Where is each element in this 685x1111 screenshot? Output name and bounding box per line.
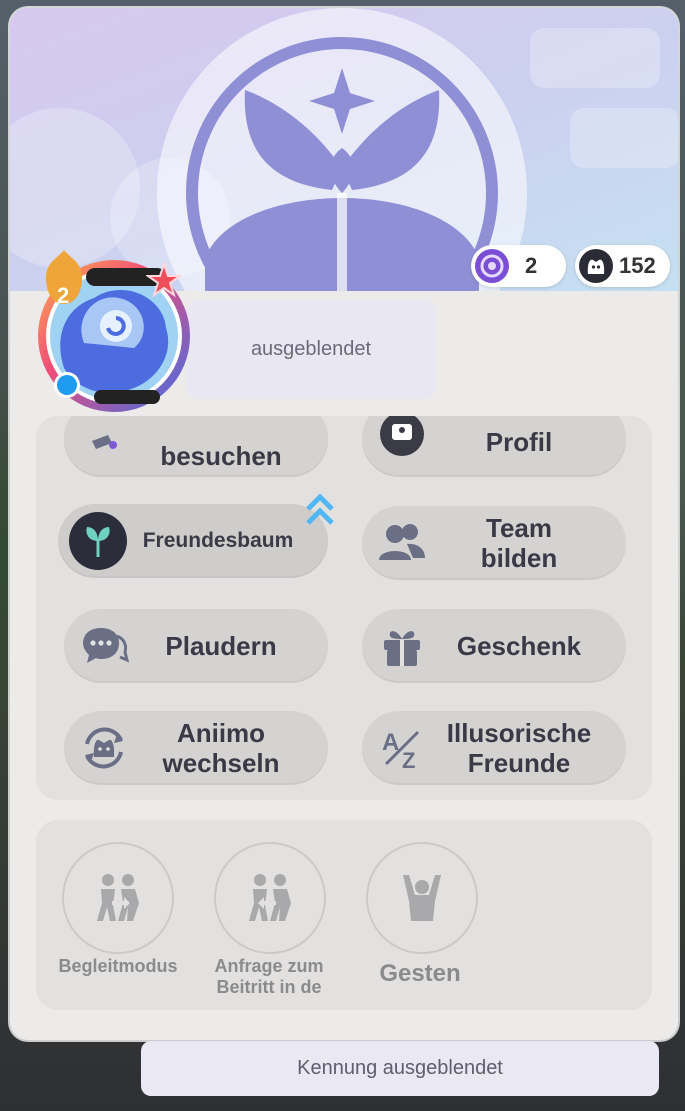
visit-icon xyxy=(74,416,134,469)
team-label-line2: bilden xyxy=(480,543,558,573)
illusory-friends-button[interactable]: AZ Illusorische Freunde xyxy=(362,711,626,785)
join-request-icon xyxy=(249,874,291,921)
aniimo-face-icon xyxy=(579,249,613,283)
friend-counter[interactable]: 152 xyxy=(575,245,670,287)
companion-mode-label: Begleitmodus xyxy=(58,956,178,976)
online-status-icon xyxy=(54,372,80,398)
switch-aniimo-icon xyxy=(74,718,134,778)
svg-text:Z: Z xyxy=(402,748,415,772)
player-avatar[interactable]: 2 xyxy=(24,248,194,418)
switch-aniimo-line2: wechseln xyxy=(162,748,280,778)
guild-emblem-icon xyxy=(157,8,527,291)
translate-az-icon: AZ xyxy=(372,718,432,778)
friend-tree-button[interactable]: Freundesbaum xyxy=(58,504,328,578)
swirl-gem-icon xyxy=(475,249,509,283)
star-badge-icon xyxy=(146,262,182,298)
join-request-button[interactable] xyxy=(214,842,326,954)
chat-button[interactable]: Plaudern xyxy=(64,609,328,683)
switch-aniimo-label: Aniimo wechseln xyxy=(134,718,328,778)
player-name-hidden: ausgeblendet xyxy=(186,300,436,399)
visit-home-button[interactable]: besuchen xyxy=(64,416,328,477)
chat-bubble-icon xyxy=(74,616,134,676)
join-request-line1: Anfrage zum xyxy=(214,956,324,976)
team-icon xyxy=(372,513,432,573)
gestures-label: Gesten xyxy=(379,960,461,987)
join-request-line2: Beitritt in de xyxy=(216,977,322,997)
player-profile-card: 2 152 ausgeblendet besuchen Profil Freun… xyxy=(10,8,678,1040)
gem-counter[interactable]: 2 xyxy=(471,245,566,287)
social-panel: Begleitmodus Anfrage zum Beitritt in de … xyxy=(36,820,652,1010)
profile-card-icon xyxy=(372,416,432,469)
companion-mode-icon xyxy=(97,874,139,921)
gem-count: 2 xyxy=(525,253,538,278)
level-up-chevron-icon xyxy=(306,493,334,525)
illusory-friends-line2: Freunde xyxy=(467,748,571,778)
level-number: 2 xyxy=(57,283,70,308)
chat-label: Plaudern xyxy=(165,631,277,661)
gestures-button[interactable] xyxy=(366,842,478,954)
team-label-line1: Team xyxy=(486,513,552,543)
switch-aniimo-line1: Aniimo xyxy=(176,718,266,748)
friend-tree-label: Freundesbaum xyxy=(142,529,294,552)
illusory-friends-label: Illusorische Freunde xyxy=(432,718,626,778)
player-name-label: ausgeblendet xyxy=(250,338,372,360)
gift-label: Geschenk xyxy=(456,631,582,661)
team-button[interactable]: Team bilden xyxy=(362,506,626,580)
companion-mode-button[interactable] xyxy=(62,842,174,954)
illusory-friends-line1: Illusorische xyxy=(446,718,592,748)
visit-label: besuchen xyxy=(160,441,282,471)
action-panel: besuchen Profil Freundesbaum Team bilden… xyxy=(36,416,652,800)
friend-count: 152 xyxy=(619,253,656,278)
gift-button[interactable]: Geschenk xyxy=(362,609,626,683)
friend-tree-icon xyxy=(68,511,128,571)
profile-label: Profil xyxy=(485,427,553,457)
player-id-label: Kennung ausgeblendet xyxy=(297,1057,503,1079)
join-request-label: Anfrage zum Beitritt in de xyxy=(196,956,342,998)
gestures-icon xyxy=(403,875,441,921)
profile-button[interactable]: Profil xyxy=(362,416,626,477)
gift-icon xyxy=(372,616,432,676)
team-label: Team bilden xyxy=(432,513,626,573)
player-id-hidden: Kennung ausgeblendet xyxy=(141,1041,659,1096)
switch-aniimo-button[interactable]: Aniimo wechseln xyxy=(64,711,328,785)
